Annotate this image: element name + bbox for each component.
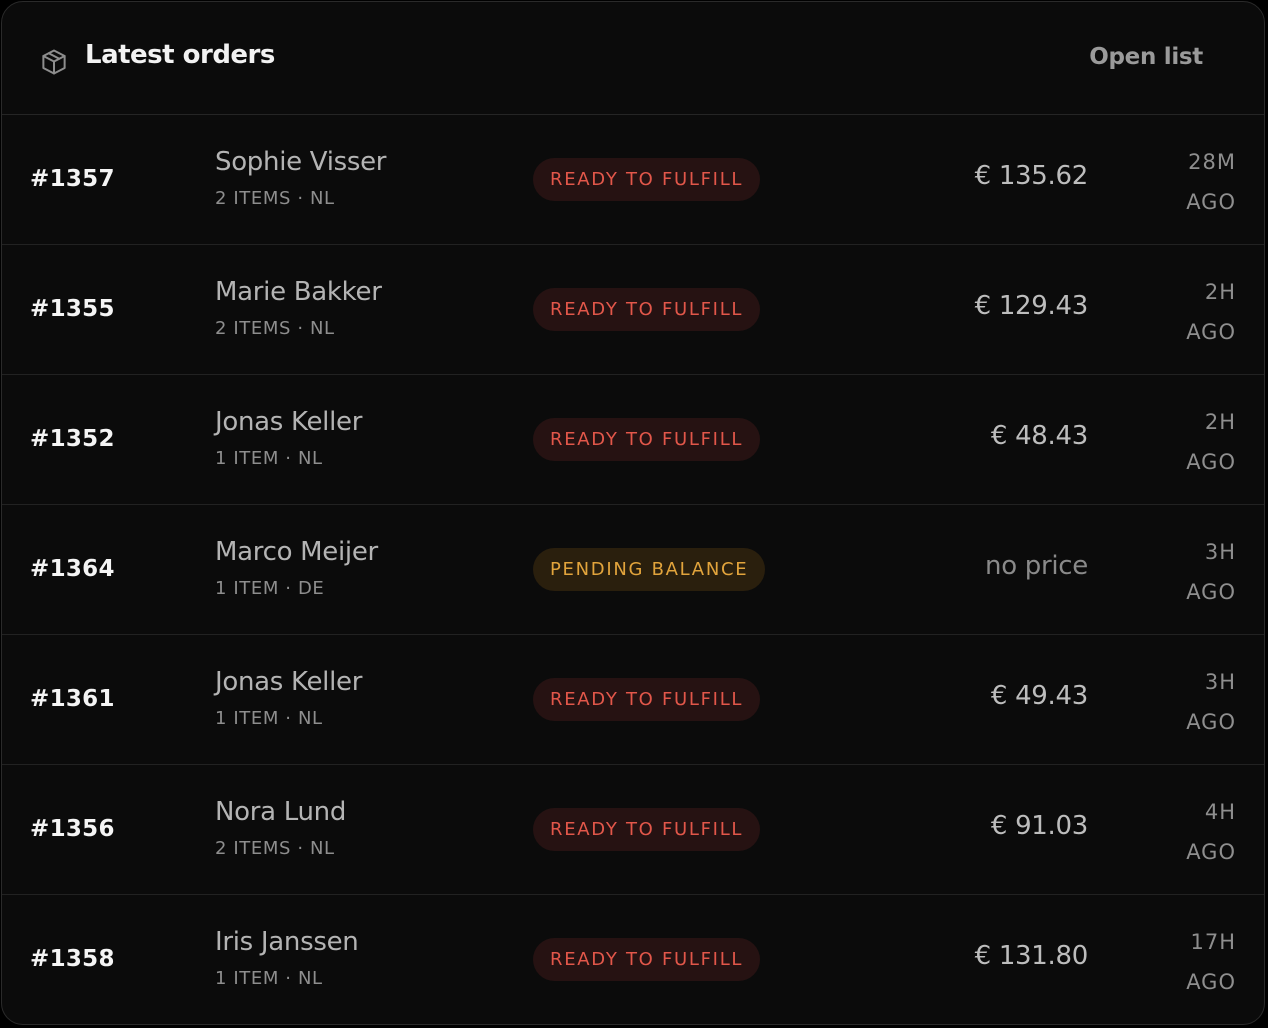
card-title: Latest orders	[85, 40, 275, 70]
time-suffix: AGO	[1186, 320, 1236, 344]
customer-name: Jonas Keller	[215, 667, 363, 697]
latest-orders-card: Latest orders Open list #1357 Sophie Vis…	[1, 1, 1265, 1025]
order-time: 17H AGO	[1186, 922, 1236, 1002]
time-suffix: AGO	[1186, 970, 1236, 994]
order-price: € 131.80	[974, 941, 1089, 971]
box-icon	[42, 49, 66, 75]
order-row[interactable]: #1358 Iris Janssen 1 ITEM · NL READY TO …	[2, 895, 1264, 1024]
order-price: no price	[985, 551, 1088, 581]
time-value: 2H	[1204, 410, 1236, 434]
time-suffix: AGO	[1186, 580, 1236, 604]
order-id: #1352	[30, 426, 115, 452]
time-suffix: AGO	[1186, 450, 1236, 474]
order-time: 3H AGO	[1186, 662, 1236, 742]
customer-name: Jonas Keller	[215, 407, 363, 437]
time-value: 2H	[1204, 280, 1236, 304]
order-row[interactable]: #1364 Marco Meijer 1 ITEM · DE PENDING B…	[2, 505, 1264, 635]
time-value: 3H	[1204, 540, 1236, 564]
status-badge: READY TO FULFILL	[533, 158, 761, 201]
status-badge: READY TO FULFILL	[533, 418, 761, 461]
order-id: #1356	[30, 816, 115, 842]
card-header: Latest orders Open list	[2, 2, 1264, 115]
order-row[interactable]: #1356 Nora Lund 2 ITEMS · NL READY TO FU…	[2, 765, 1264, 895]
order-time: 2H AGO	[1186, 272, 1236, 352]
time-suffix: AGO	[1186, 840, 1236, 864]
order-price: € 91.03	[990, 811, 1088, 841]
customer-name: Marie Bakker	[215, 277, 382, 307]
orders-list: #1357 Sophie Visser 2 ITEMS · NL READY T…	[2, 115, 1264, 1024]
order-id: #1355	[30, 296, 115, 322]
order-meta: 1 ITEM · DE	[215, 578, 325, 599]
order-meta: 2 ITEMS · NL	[215, 188, 335, 209]
time-value: 4H	[1204, 800, 1236, 824]
customer-name: Marco Meijer	[215, 537, 378, 567]
order-price: € 135.62	[974, 161, 1089, 191]
order-time: 28M AGO	[1186, 142, 1236, 222]
order-meta: 2 ITEMS · NL	[215, 838, 335, 859]
time-suffix: AGO	[1186, 710, 1236, 734]
customer-name: Nora Lund	[215, 797, 347, 827]
order-price: € 129.43	[974, 291, 1089, 321]
order-meta: 1 ITEM · NL	[215, 968, 323, 989]
time-value: 3H	[1204, 670, 1236, 694]
order-row[interactable]: #1361 Jonas Keller 1 ITEM · NL READY TO …	[2, 635, 1264, 765]
order-id: #1361	[30, 686, 115, 712]
order-time: 2H AGO	[1186, 402, 1236, 482]
order-meta: 1 ITEM · NL	[215, 448, 323, 469]
customer-name: Sophie Visser	[215, 147, 387, 177]
status-badge: READY TO FULFILL	[533, 938, 761, 981]
time-suffix: AGO	[1186, 190, 1236, 214]
open-list-link[interactable]: Open list	[1089, 44, 1203, 70]
order-id: #1357	[30, 166, 115, 192]
status-badge: READY TO FULFILL	[533, 808, 761, 851]
order-time: 3H AGO	[1186, 532, 1236, 612]
order-row[interactable]: #1355 Marie Bakker 2 ITEMS · NL READY TO…	[2, 245, 1264, 375]
order-meta: 2 ITEMS · NL	[215, 318, 335, 339]
order-price: € 49.43	[990, 681, 1088, 711]
time-value: 17H	[1190, 930, 1236, 954]
time-value: 28M	[1188, 150, 1236, 174]
order-meta: 1 ITEM · NL	[215, 708, 323, 729]
status-badge: READY TO FULFILL	[533, 678, 761, 721]
status-badge: PENDING BALANCE	[533, 548, 766, 591]
status-badge: READY TO FULFILL	[533, 288, 761, 331]
order-price: € 48.43	[990, 421, 1088, 451]
order-row[interactable]: #1357 Sophie Visser 2 ITEMS · NL READY T…	[2, 115, 1264, 245]
order-id: #1358	[30, 946, 115, 972]
order-id: #1364	[30, 556, 115, 582]
customer-name: Iris Janssen	[215, 927, 359, 957]
order-row[interactable]: #1352 Jonas Keller 1 ITEM · NL READY TO …	[2, 375, 1264, 505]
order-time: 4H AGO	[1186, 792, 1236, 872]
